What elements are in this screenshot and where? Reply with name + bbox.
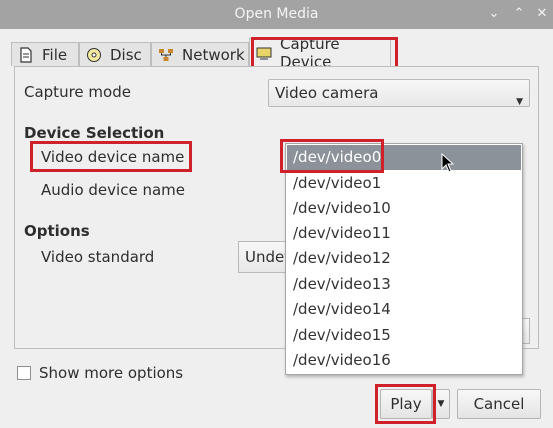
capture-device-icon xyxy=(256,45,272,61)
capture-mode-select[interactable]: Video camera ▼ xyxy=(268,79,530,107)
tab-network-label: Network xyxy=(182,45,245,64)
dropdown-option[interactable]: /dev/video10 xyxy=(287,196,521,221)
dropdown-option[interactable]: /dev/video1 xyxy=(287,171,521,196)
cancel-button[interactable]: Cancel xyxy=(457,389,541,419)
dropdown-option[interactable]: /dev/video0 xyxy=(287,145,521,170)
title-bar: Open Media ⌄ ⌃ ✕ xyxy=(0,0,553,29)
dropdown-option[interactable]: /dev/video11 xyxy=(287,221,521,246)
show-more-options-checkbox[interactable] xyxy=(17,366,31,380)
options-heading: Options xyxy=(24,222,90,240)
dropdown-option[interactable]: /dev/video15 xyxy=(287,323,521,348)
play-button[interactable]: Play xyxy=(380,389,432,419)
expand-icon[interactable]: ⌃ xyxy=(510,5,528,23)
collapse-icon[interactable]: ⌄ xyxy=(485,5,503,23)
video-standard-label: Video standard xyxy=(41,248,155,266)
capture-mode-label: Capture mode xyxy=(24,83,131,101)
show-more-options-label[interactable]: Show more options xyxy=(39,364,183,382)
play-menu-button[interactable]: ▼ xyxy=(432,389,450,419)
tab-network[interactable]: Network xyxy=(151,42,249,66)
tab-disc-label: Disc xyxy=(110,45,142,64)
dropdown-option[interactable]: /dev/video13 xyxy=(287,272,521,297)
tab-disc[interactable]: Disc xyxy=(79,42,151,66)
tab-file-label: File xyxy=(42,45,68,64)
device-selection-heading: Device Selection xyxy=(24,124,165,142)
network-icon xyxy=(158,47,174,63)
close-icon[interactable]: ✕ xyxy=(533,5,551,23)
tab-file[interactable]: File xyxy=(11,42,79,66)
tab-capture-device[interactable]: Capture Device xyxy=(249,35,391,71)
disc-icon xyxy=(86,47,102,63)
dropdown-option[interactable]: /dev/video12 xyxy=(287,246,521,271)
chevron-down-icon: ▼ xyxy=(516,97,523,107)
file-icon xyxy=(18,46,34,63)
video-device-label: Video device name xyxy=(41,148,185,166)
mouse-cursor-icon xyxy=(441,152,455,173)
chevron-down-icon: ▼ xyxy=(437,399,445,409)
dropdown-option[interactable]: /dev/video16 xyxy=(287,348,521,373)
video-device-dropdown[interactable]: /dev/video0 /dev/video1 /dev/video10 /de… xyxy=(285,143,523,375)
audio-device-label: Audio device name xyxy=(41,181,185,199)
capture-mode-value: Video camera xyxy=(275,84,379,102)
dropdown-option[interactable]: /dev/video14 xyxy=(287,297,521,322)
window-title: Open Media xyxy=(234,6,319,22)
